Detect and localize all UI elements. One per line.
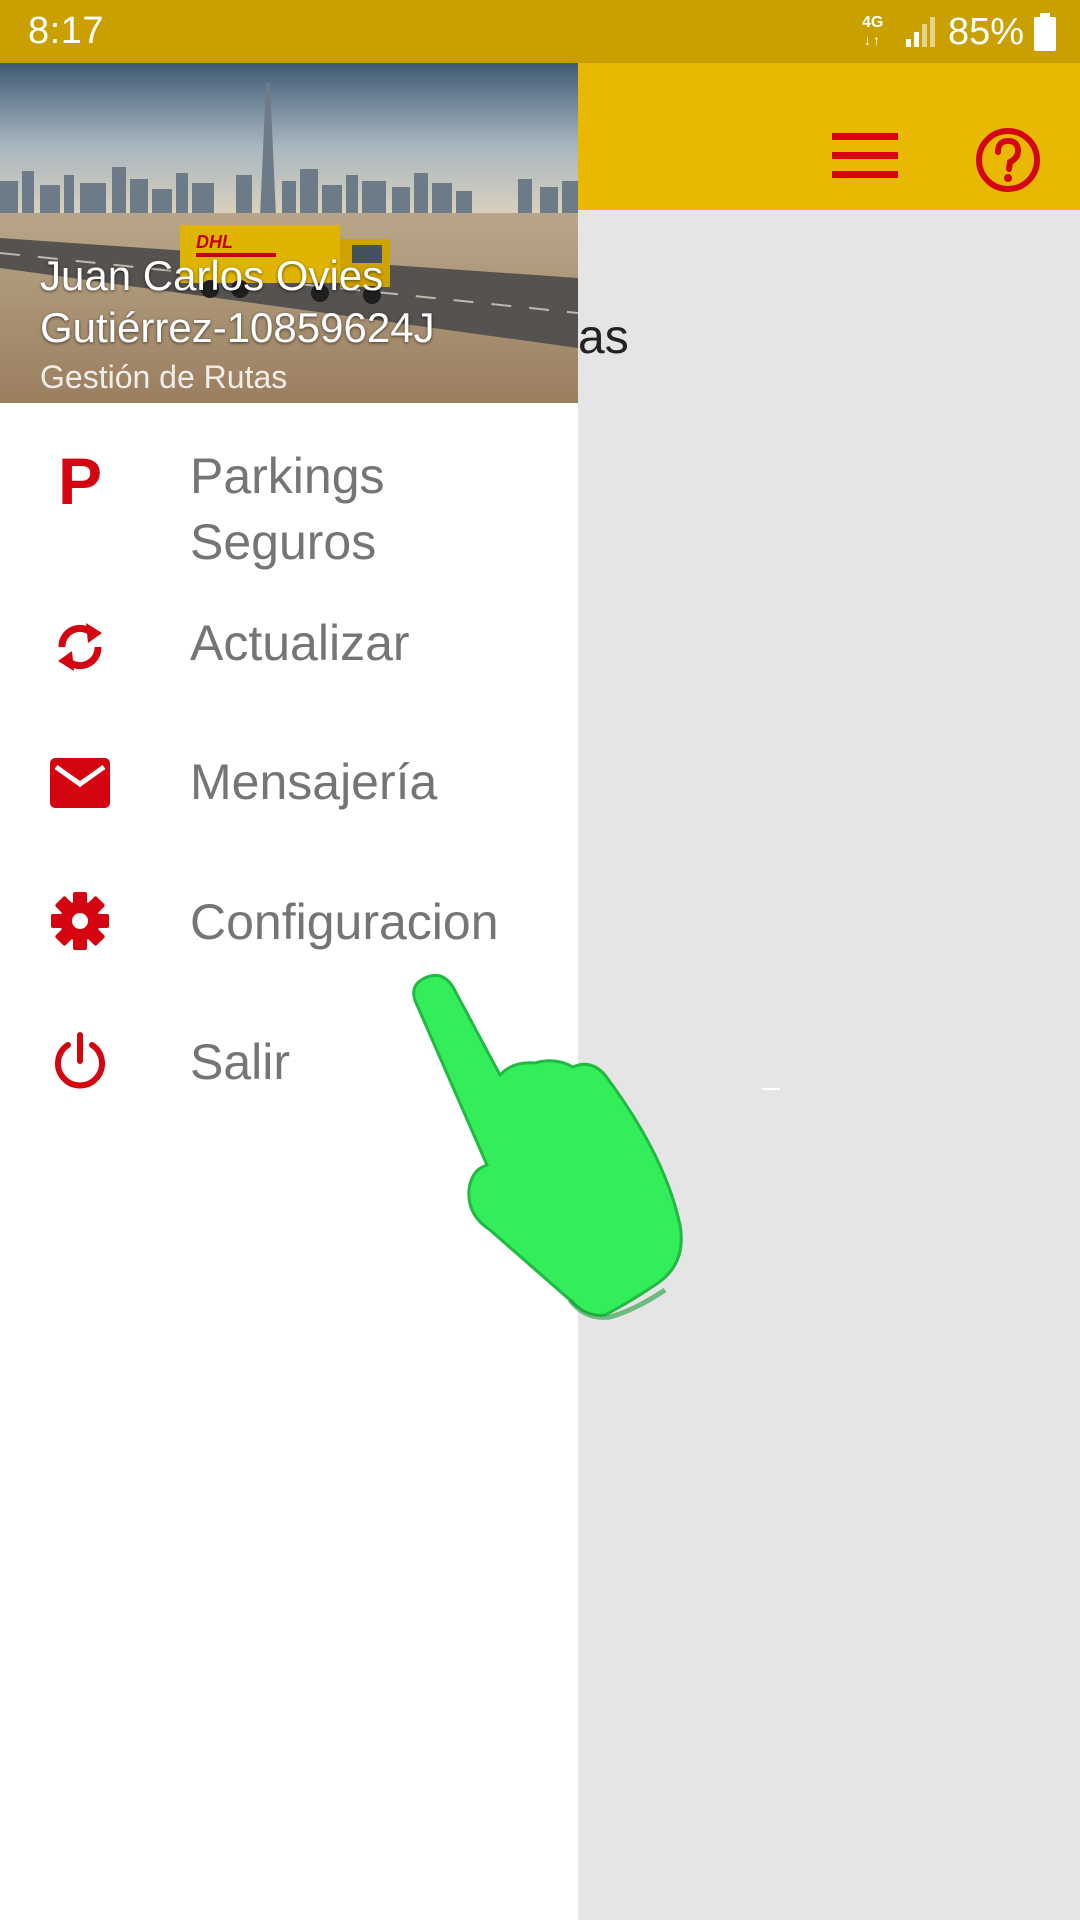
battery-percentage: 85% (947, 10, 1024, 53)
status-time: 8:17 (28, 10, 104, 52)
menu-item-salir[interactable]: Salir (0, 993, 578, 1133)
menu-item-mensajeria[interactable]: Mensajería (0, 713, 578, 853)
status-bar: 8:17 4G ↓↑ 85% (0, 0, 1080, 63)
menu-item-label: Mensajería (190, 754, 438, 810)
mail-icon (48, 751, 112, 815)
menu-item-label: Salir (190, 1034, 291, 1090)
menu-item-parkings-seguros[interactable]: P Parkings Seguros (0, 403, 578, 573)
drawer-header: DHL Juan Carlos Ovies Gutiérrez-10859624… (0, 63, 578, 403)
user-name: Juan Carlos Ovies Gutiérrez-10859624J (40, 252, 435, 351)
hamburger-menu-icon[interactable] (832, 133, 898, 179)
user-role: Gestión de Rutas (40, 359, 288, 395)
parking-icon: P (57, 444, 103, 518)
menu-item-actualizar[interactable]: Actualizar (0, 573, 578, 713)
power-icon (48, 1029, 112, 1093)
menu-item-label: Parkings Seguros (190, 448, 385, 570)
settings-gear-icon (48, 889, 112, 953)
screen: 8:17 4G ↓↑ 85% as Juan Carlos Ovies Guti… (0, 0, 1080, 1920)
navigation-drawer: DHL Juan Carlos Ovies Gutiérrez-10859624… (0, 63, 578, 1920)
network-4g-icon: 4G ↓↑ (861, 14, 884, 48)
menu-item-label: Configuracion (190, 894, 499, 950)
menu-item-configuracion[interactable]: Configuracion (0, 853, 578, 993)
help-circle-icon[interactable] (975, 127, 1041, 193)
divider (762, 1088, 780, 1090)
signal-icon (905, 17, 935, 47)
menu-item-label: Actualizar (190, 615, 410, 671)
status-icons: 4G ↓↑ 85% (860, 10, 1056, 54)
battery-icon (1034, 13, 1056, 51)
refresh-icon (48, 615, 112, 679)
